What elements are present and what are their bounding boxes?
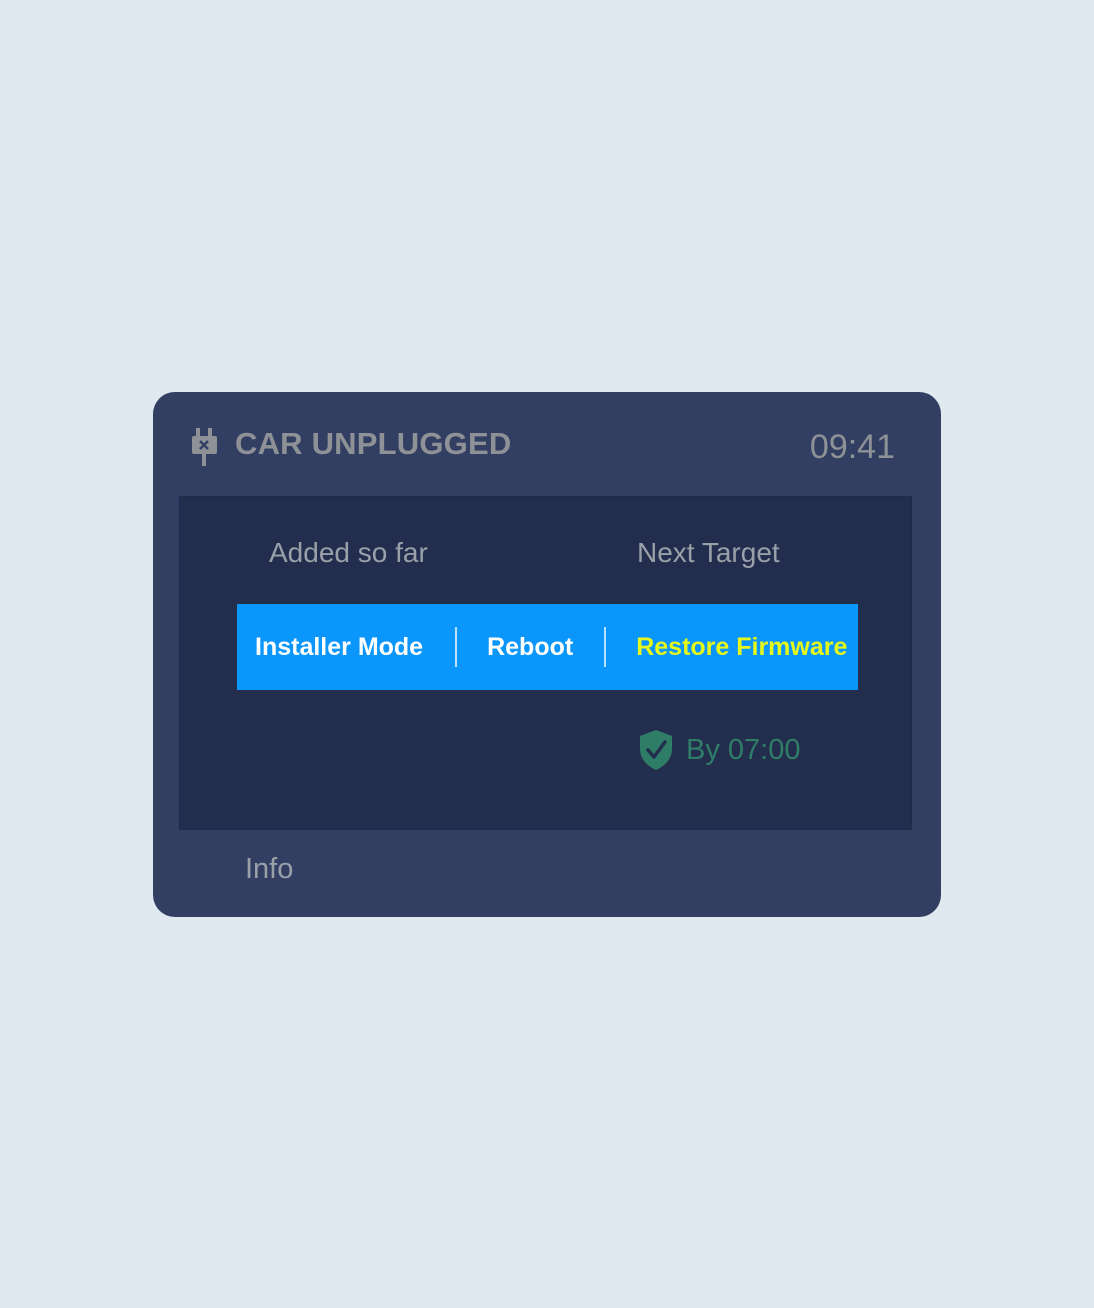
menu-divider (455, 627, 458, 667)
installer-mode-button[interactable]: Installer Mode (255, 633, 423, 662)
charger-screen: CAR UNPLUGGED 09:41 Added so far Next Ta… (153, 392, 941, 917)
info-tab[interactable]: Info (245, 853, 293, 886)
added-so-far-label: Added so far (269, 537, 428, 568)
next-target-label: Next Target (637, 537, 780, 568)
restore-firmware-button[interactable]: Restore Firmware (636, 633, 847, 662)
clock: 09:41 (809, 428, 895, 466)
reboot-button[interactable]: Reboot (487, 633, 573, 662)
plug-icon (192, 428, 217, 466)
status-header: CAR UNPLUGGED 09:41 (153, 392, 941, 496)
menu-divider (604, 627, 607, 667)
shield-check-icon (640, 730, 672, 770)
charging-panel: Added so far Next Target Installer Mode … (179, 496, 912, 830)
action-menu: Installer Mode Reboot Restore Firmware (237, 604, 858, 690)
target-status: By 07:00 (638, 729, 800, 771)
status-title: CAR UNPLUGGED (235, 426, 512, 461)
target-time: By 07:00 (686, 733, 801, 766)
